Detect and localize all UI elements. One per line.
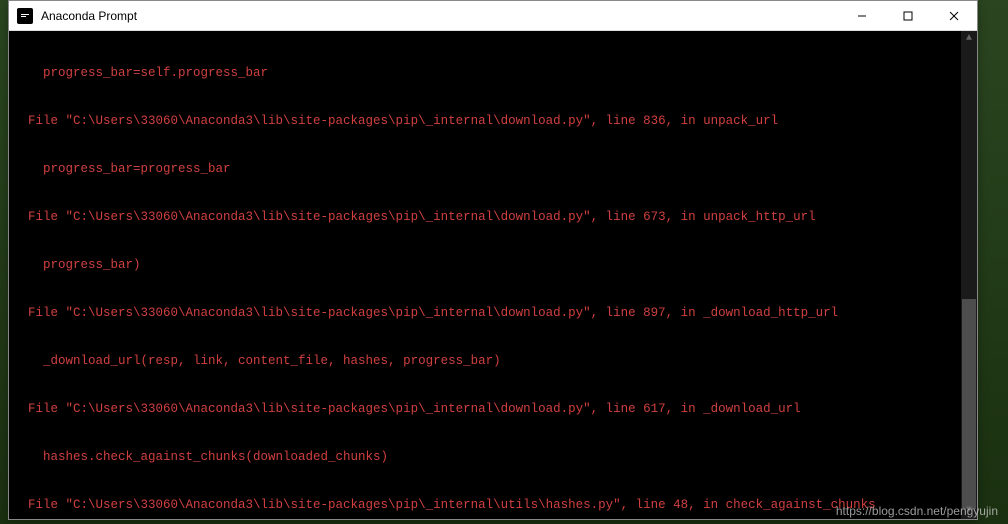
scrollbar[interactable]: ▲ ▼ <box>961 31 977 519</box>
traceback-line: File "C:\Users\33060\Anaconda3\lib\site-… <box>13 113 973 129</box>
scrollbar-thumb[interactable] <box>962 299 976 509</box>
traceback-line: File "C:\Users\33060\Anaconda3\lib\site-… <box>13 209 973 225</box>
maximize-button[interactable] <box>885 1 931 31</box>
app-window: Anaconda Prompt progress_bar=self.progre… <box>8 0 978 520</box>
traceback-line: File "C:\Users\33060\Anaconda3\lib\site-… <box>13 401 973 417</box>
traceback-line: progress_bar=self.progress_bar <box>13 65 973 81</box>
terminal-content: progress_bar=self.progress_bar File "C:\… <box>13 33 973 519</box>
window-controls <box>839 1 977 31</box>
close-button[interactable] <box>931 1 977 31</box>
minimize-button[interactable] <box>839 1 885 31</box>
traceback-line: _download_url(resp, link, content_file, … <box>13 353 973 369</box>
scroll-down-arrow[interactable]: ▼ <box>961 503 977 519</box>
traceback-line: progress_bar=progress_bar <box>13 161 973 177</box>
titlebar[interactable]: Anaconda Prompt <box>9 1 977 31</box>
scroll-up-arrow[interactable]: ▲ <box>961 31 977 47</box>
terminal[interactable]: progress_bar=self.progress_bar File "C:\… <box>9 31 977 519</box>
window-title: Anaconda Prompt <box>41 9 839 23</box>
traceback-line: hashes.check_against_chunks(downloaded_c… <box>13 449 973 465</box>
app-icon <box>17 8 33 24</box>
traceback-line: progress_bar) <box>13 257 973 273</box>
traceback-line: File "C:\Users\33060\Anaconda3\lib\site-… <box>13 305 973 321</box>
traceback-line: File "C:\Users\33060\Anaconda3\lib\site-… <box>13 497 973 513</box>
